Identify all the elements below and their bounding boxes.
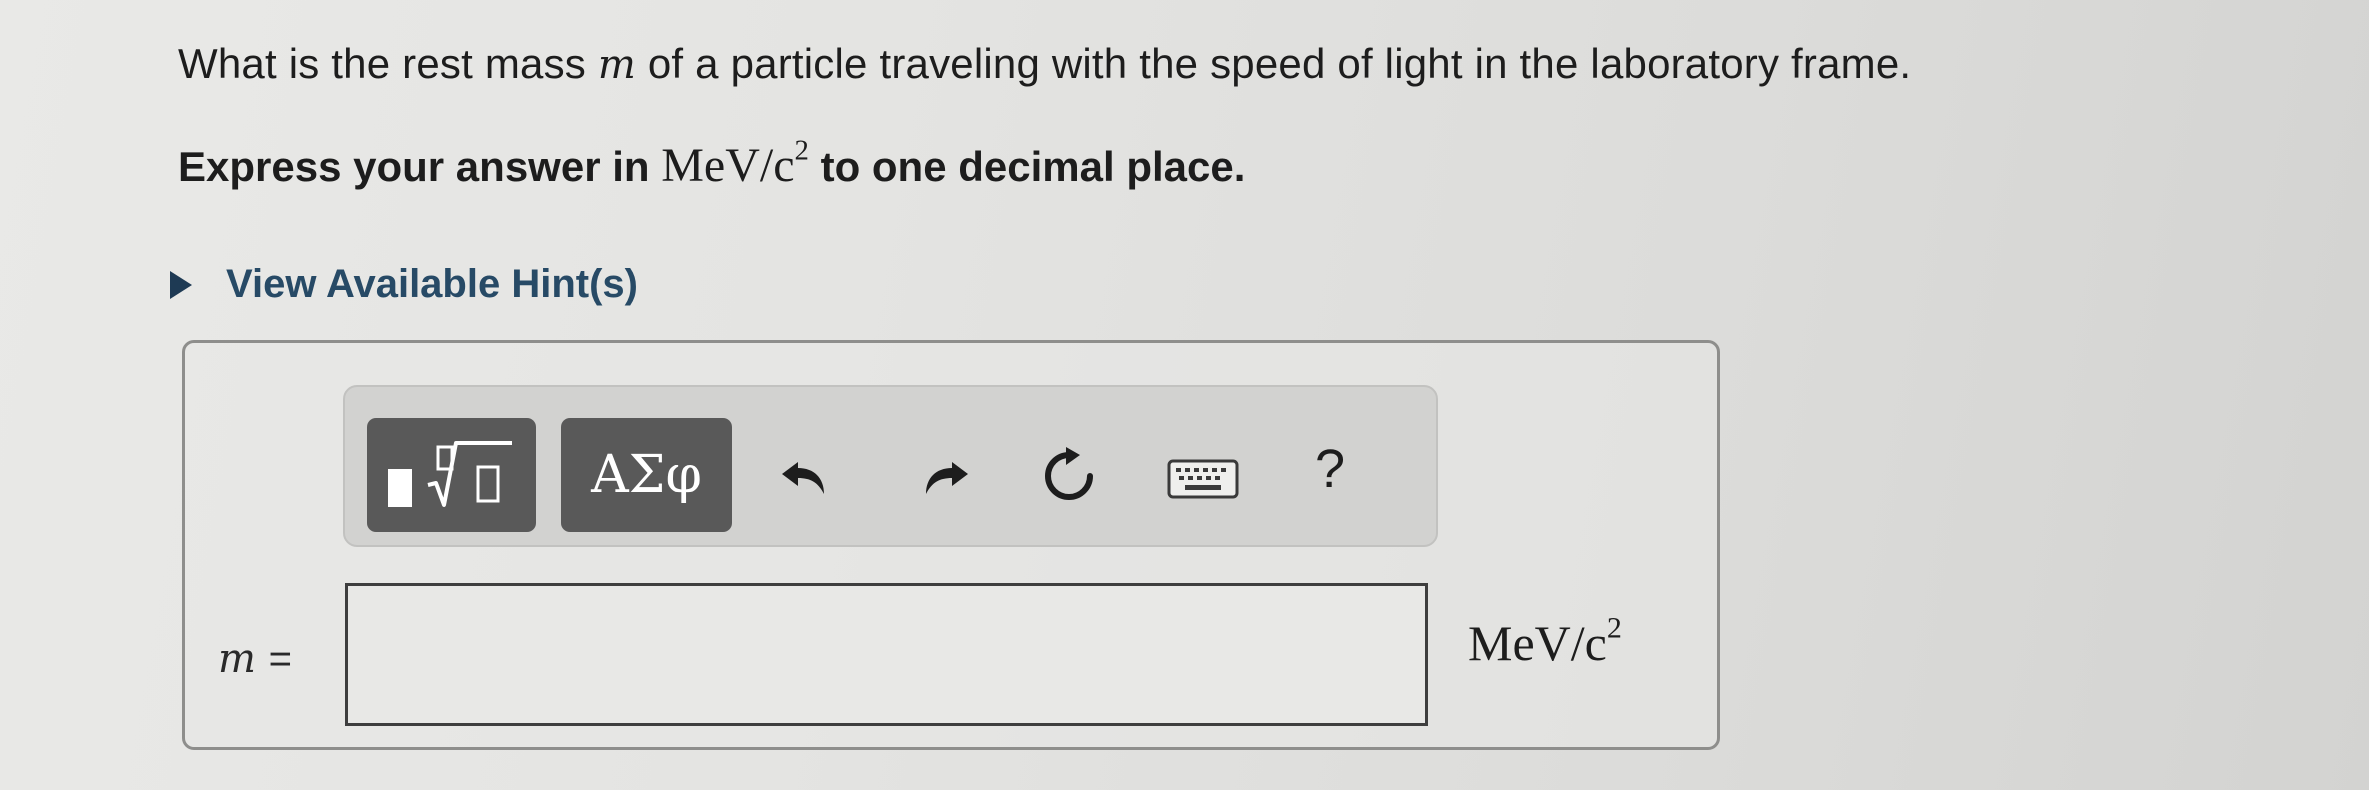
greek-symbols-button[interactable]: ΑΣφ	[561, 418, 732, 532]
question-text-after: of a particle traveling with the speed o…	[636, 40, 1912, 87]
undo-button[interactable]	[775, 448, 835, 504]
reset-icon	[1045, 447, 1093, 500]
answer-variable: m	[218, 636, 256, 682]
answer-variable-label: m =	[218, 636, 292, 682]
answer-unit: MeV/c2	[1468, 611, 1622, 672]
instruction-text-after: to one decimal place.	[808, 143, 1246, 190]
question-variable: m	[597, 42, 636, 88]
question-text-before: What is the rest mass	[178, 40, 598, 87]
keyboard-icon	[1167, 459, 1239, 499]
math-templates-icon	[387, 441, 512, 507]
redo-button[interactable]	[915, 448, 975, 504]
help-button[interactable]: ?	[1306, 436, 1354, 502]
keyboard-button[interactable]	[1166, 457, 1240, 501]
answer-input[interactable]	[345, 583, 1428, 726]
question-text: What is the rest mass m of a particle tr…	[178, 40, 1911, 88]
triangle-right-icon	[170, 270, 192, 299]
view-hints-toggle[interactable]: View Available Hint(s)	[170, 262, 638, 307]
undo-icon	[782, 462, 824, 494]
instruction-unit: MeV/c2	[661, 136, 809, 192]
answer-equals: =	[268, 637, 293, 681]
answer-unit-exponent: 2	[1606, 611, 1622, 645]
instruction-text-before: Express your answer in	[178, 143, 662, 190]
instruction-text: Express your answer in MeV/c2 to one dec…	[178, 136, 1246, 193]
instruction-unit-exponent: 2	[794, 134, 809, 167]
answer-unit-base: MeV/c	[1468, 615, 1607, 671]
redo-icon	[926, 462, 968, 494]
instruction-unit-base: MeV/c	[661, 139, 795, 192]
view-hints-label: View Available Hint(s)	[226, 262, 638, 306]
math-templates-button[interactable]	[367, 418, 536, 532]
reset-button[interactable]	[1036, 443, 1102, 509]
